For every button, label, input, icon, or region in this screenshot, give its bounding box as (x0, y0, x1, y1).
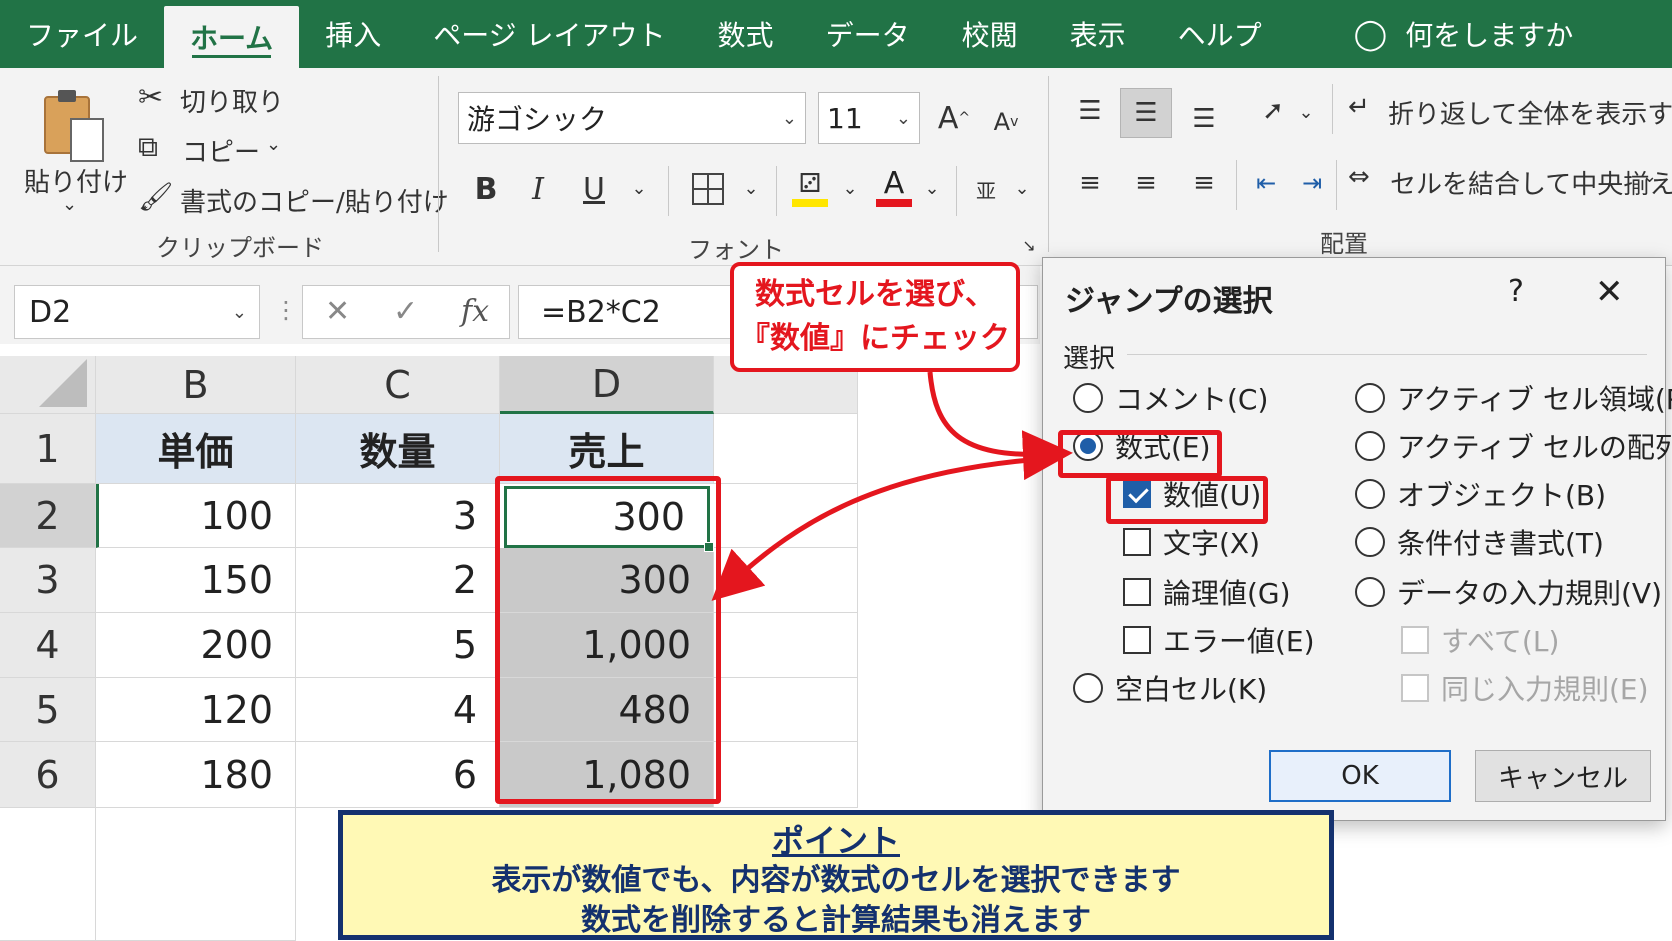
point-title: ポイント (771, 822, 900, 860)
arrow-to-selected-range (711, 455, 1055, 601)
point-line-1: 表示が数値でも、内容が数式のセルを選択できます (491, 863, 1181, 898)
point-note-box: ポイント 表示が数値でも、内容が数式のセルを選択できます 数式を削除すると計算結… (338, 810, 1334, 940)
point-line-2: 数式を削除すると計算結果も消えます (581, 903, 1091, 938)
arrow-to-formulas-option (927, 371, 1073, 481)
annotation-arrows (711, 371, 1073, 601)
